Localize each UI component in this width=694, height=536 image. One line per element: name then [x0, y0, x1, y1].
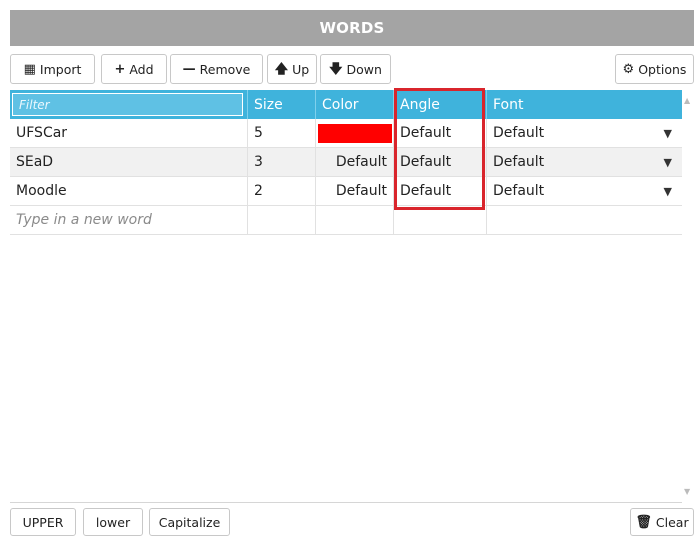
bottom-toolbar: UPPER lower Capitalize 🗑 Clear — [10, 508, 694, 536]
font-cell[interactable]: Default ▼ — [487, 177, 682, 205]
clear-button[interactable]: 🗑 Clear — [630, 508, 694, 536]
empty-cell — [248, 206, 316, 234]
remove-label: Remove — [199, 61, 251, 77]
words-grid: Size Color Angle Font UFSCar 5 Default D… — [10, 90, 682, 503]
arrow-down-icon: 🡇 — [329, 61, 343, 77]
minus-icon: — — [182, 61, 196, 77]
angle-cell[interactable]: Default — [394, 177, 487, 205]
new-word-row[interactable]: Type in a new word — [10, 206, 682, 235]
size-cell[interactable]: 2 — [248, 177, 316, 205]
scroll-up-icon[interactable]: ▲ — [684, 96, 690, 105]
font-value: Default — [493, 125, 545, 141]
color-cell[interactable]: Default — [316, 177, 394, 205]
panel-title: WORDS — [10, 10, 694, 46]
angle-cell[interactable]: Default — [394, 148, 487, 176]
scroll-down-icon[interactable]: ▼ — [684, 487, 690, 496]
upper-button[interactable]: UPPER — [10, 508, 76, 536]
new-word-input[interactable]: Type in a new word — [10, 206, 248, 234]
up-label: Up — [292, 61, 310, 77]
angle-column-header[interactable]: Angle — [394, 90, 487, 119]
empty-cell — [316, 206, 394, 234]
plus-icon: + — [114, 61, 126, 77]
down-button[interactable]: 🡇 Down — [320, 54, 391, 84]
remove-button[interactable]: — Remove — [170, 54, 263, 84]
import-button[interactable]: ▦ Import — [10, 54, 95, 84]
size-column-header[interactable]: Size — [248, 90, 316, 119]
vertical-scrollbar[interactable]: ▲ ▼ — [684, 90, 694, 502]
color-swatch — [318, 124, 392, 143]
up-button[interactable]: 🡅 Up — [267, 54, 317, 84]
lower-button[interactable]: lower — [83, 508, 143, 536]
empty-cell — [487, 206, 682, 234]
size-cell[interactable]: 5 — [248, 119, 316, 147]
filter-header-cell — [10, 90, 248, 119]
import-label: Import — [39, 61, 82, 77]
grid-header: Size Color Angle Font — [10, 90, 682, 119]
font-value: Default — [493, 154, 545, 170]
color-cell[interactable]: Default — [316, 148, 394, 176]
add-label: Add — [129, 61, 154, 77]
options-button[interactable]: ⚙ Options — [615, 54, 694, 84]
chevron-down-icon[interactable]: ▼ — [664, 185, 672, 198]
table-row[interactable]: UFSCar 5 Default Default ▼ — [10, 119, 682, 148]
options-label: Options — [638, 61, 687, 77]
table-row[interactable]: SEaD 3 Default Default Default ▼ — [10, 148, 682, 177]
word-cell[interactable]: Moodle — [10, 177, 248, 205]
font-cell[interactable]: Default ▼ — [487, 119, 682, 147]
font-value: Default — [493, 183, 545, 199]
table-row[interactable]: Moodle 2 Default Default Default ▼ — [10, 177, 682, 206]
word-cell[interactable]: SEaD — [10, 148, 248, 176]
color-cell[interactable] — [316, 119, 394, 147]
import-icon: ▦ — [23, 61, 36, 77]
size-cell[interactable]: 3 — [248, 148, 316, 176]
trash-icon: 🗑 — [635, 514, 652, 530]
gear-icon: ⚙ — [622, 61, 635, 77]
font-column-header[interactable]: Font — [487, 90, 682, 119]
add-button[interactable]: + Add — [101, 54, 167, 84]
filter-input[interactable] — [12, 93, 243, 116]
chevron-down-icon[interactable]: ▼ — [664, 156, 672, 169]
down-label: Down — [346, 61, 382, 77]
clear-label: Clear — [655, 514, 689, 530]
chevron-down-icon[interactable]: ▼ — [664, 127, 672, 140]
empty-cell — [394, 206, 487, 234]
color-column-header[interactable]: Color — [316, 90, 394, 119]
capitalize-button[interactable]: Capitalize — [149, 508, 230, 536]
angle-cell[interactable]: Default — [394, 119, 487, 147]
word-cell[interactable]: UFSCar — [10, 119, 248, 147]
font-cell[interactable]: Default ▼ — [487, 148, 682, 176]
toolbar: ▦ Import + Add — Remove 🡅 Up 🡇 Down ⚙ Op… — [10, 54, 694, 86]
arrow-up-icon: 🡅 — [274, 61, 289, 77]
